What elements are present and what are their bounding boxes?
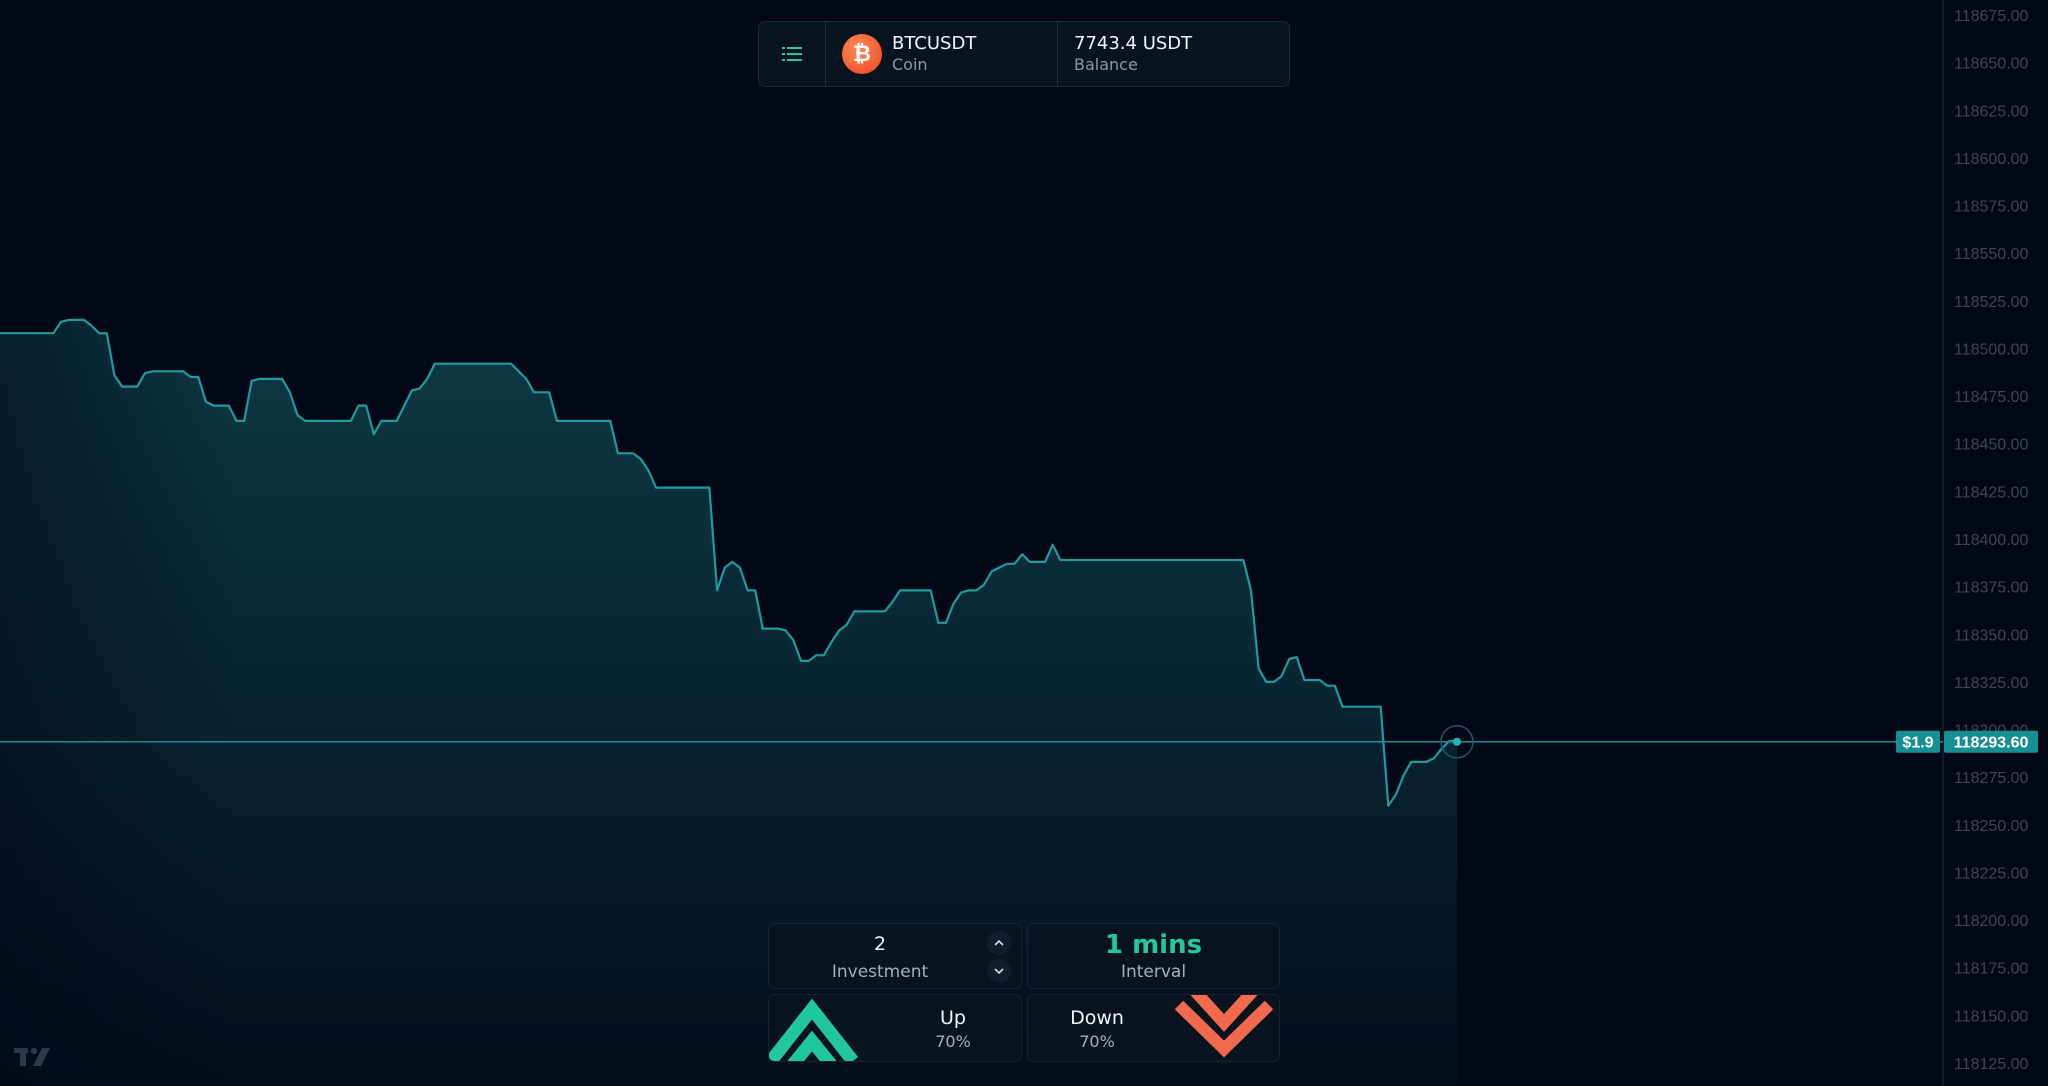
- chevron-down-icon: [994, 968, 1004, 975]
- current-price-badge: 118293.60: [1944, 730, 2038, 753]
- chevron-up-icon: [994, 939, 1004, 946]
- chevrons-up-icon: [769, 998, 859, 1061]
- svg-text:118293.60: 118293.60: [1954, 735, 2029, 752]
- current-price-marker: [1453, 737, 1461, 746]
- y-axis-tick-label: 118575.00: [1954, 199, 2029, 216]
- bitcoin-icon: ₿: [842, 34, 882, 74]
- list-icon: [782, 47, 802, 61]
- y-axis-tick-label: 118475.00: [1954, 389, 2029, 406]
- y-axis-tick-label: 118425.00: [1954, 484, 2029, 501]
- y-axis-tick-label: 118250.00: [1954, 818, 2029, 835]
- y-axis-tick-label: 118350.00: [1954, 627, 2029, 644]
- y-axis-tick-label: 118625.00: [1954, 103, 2029, 120]
- y-axis-tick-label: 118675.00: [1954, 8, 2029, 25]
- left-fade-overlay: [0, 300, 240, 1086]
- y-axis-tick-label: 118600.00: [1954, 151, 2029, 168]
- y-axis-tick-label: 118225.00: [1954, 865, 2029, 882]
- interval-label: Interval: [1120, 962, 1187, 982]
- profit-badge: $1.9: [1896, 730, 1940, 753]
- balance-display: 7743.4 USDT Balance: [1058, 22, 1289, 86]
- y-axis-tick-label: 118525.00: [1954, 294, 2029, 311]
- coin-label: Coin: [892, 55, 928, 74]
- investment-increase-button[interactable]: [987, 931, 1011, 955]
- investment-label: Investment: [831, 962, 929, 982]
- y-axis-tick-label: 118375.00: [1954, 580, 2029, 597]
- down-payout: 70%: [1079, 1032, 1115, 1051]
- svg-text:$1.9: $1.9: [1902, 735, 1933, 752]
- y-axis-tick-label: 118450.00: [1954, 437, 2029, 454]
- down-button[interactable]: Down 70%: [1027, 994, 1280, 1062]
- y-axis-tick-label: 118175.00: [1954, 961, 2029, 978]
- y-axis-tick-label: 118500.00: [1954, 341, 2029, 358]
- y-axis-tick-label: 118150.00: [1954, 1008, 2029, 1025]
- y-axis-tick-label: 118275.00: [1954, 770, 2029, 787]
- market-header: ₿ BTCUSDT Coin 7743.4 USDT Balance: [758, 21, 1290, 87]
- interval-value: 1 mins: [1104, 930, 1203, 960]
- coin-symbol: BTCUSDT: [892, 33, 977, 54]
- chevrons-down-icon: [1174, 995, 1274, 1058]
- up-payout: 70%: [935, 1032, 971, 1051]
- investment-decrease-button[interactable]: [987, 959, 1011, 983]
- y-axis-tick-label: 118400.00: [1954, 532, 2029, 549]
- y-axis-tick-label: 118550.00: [1954, 246, 2029, 263]
- coin-selector[interactable]: ₿ BTCUSDT Coin: [826, 22, 1058, 86]
- price-chart[interactable]: 118675.00 118650.00 118625.00 118600.00 1185…: [0, 0, 2048, 1086]
- investment-input[interactable]: 2 Investment: [768, 923, 1022, 989]
- y-axis-tick-label: 118125.00: [1954, 1056, 2029, 1073]
- up-label: Up: [940, 1007, 966, 1029]
- investment-value[interactable]: 2: [769, 933, 991, 955]
- y-axis-tick-label: 118650.00: [1954, 56, 2029, 73]
- y-axis-tick-label: 118200.00: [1954, 913, 2029, 930]
- y-axis-tick-label: 118325.00: [1954, 675, 2029, 692]
- balance-label: Balance: [1074, 55, 1138, 74]
- up-button[interactable]: Up 70%: [768, 994, 1022, 1062]
- down-label: Down: [1070, 1007, 1124, 1029]
- interval-selector[interactable]: 1 mins Interval: [1027, 923, 1280, 989]
- menu-button[interactable]: [759, 22, 826, 86]
- balance-value: 7743.4 USDT: [1074, 33, 1193, 54]
- tradingview-logo: [14, 1047, 50, 1066]
